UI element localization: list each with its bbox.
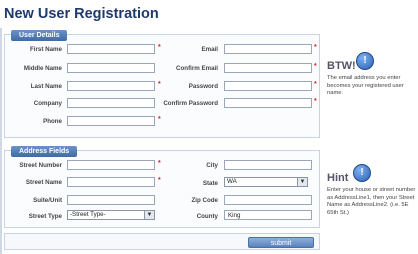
info-icon: ! bbox=[356, 52, 374, 70]
county-label: County bbox=[196, 213, 218, 220]
btw-text: The email address you enter becomes your… bbox=[327, 75, 404, 96]
address-fields-header: Address Fields bbox=[11, 146, 78, 157]
email-required-marker: * bbox=[314, 44, 317, 51]
password-label: Password bbox=[188, 83, 218, 90]
last-name-required-marker: * bbox=[158, 81, 161, 88]
state-select[interactable]: WA ▼ bbox=[224, 177, 308, 187]
password-input[interactable] bbox=[224, 81, 312, 91]
phone-input[interactable] bbox=[67, 116, 155, 126]
state-value: WA bbox=[227, 178, 237, 185]
page-title: New User Registration bbox=[4, 6, 159, 22]
street-type-value: -Street Type- bbox=[70, 211, 106, 218]
hint-title: Hint bbox=[327, 172, 349, 184]
street-name-label: Street Name bbox=[25, 179, 62, 186]
first-name-input[interactable] bbox=[67, 44, 155, 54]
zip-code-input[interactable] bbox=[224, 195, 312, 205]
middle-name-input[interactable] bbox=[67, 63, 155, 73]
info-icon: ! bbox=[353, 164, 371, 182]
email-label: Email bbox=[201, 46, 218, 53]
city-input[interactable] bbox=[224, 160, 312, 170]
street-number-label: Street Number bbox=[19, 162, 62, 169]
suite-unit-input[interactable] bbox=[67, 195, 155, 205]
submit-button[interactable]: submit bbox=[248, 237, 314, 248]
county-input[interactable] bbox=[224, 210, 312, 220]
phone-required-marker: * bbox=[158, 116, 161, 123]
left-edge-bar bbox=[0, 28, 2, 254]
email-input[interactable] bbox=[224, 44, 312, 54]
street-number-input[interactable] bbox=[67, 160, 155, 170]
company-label: Company bbox=[33, 100, 62, 107]
btw-title: BTW! bbox=[327, 60, 356, 72]
confirm-email-required-marker: * bbox=[314, 63, 317, 70]
password-required-marker: * bbox=[314, 81, 317, 88]
confirm-email-label: Confirm Email bbox=[176, 65, 218, 72]
street-number-required-marker: * bbox=[158, 160, 161, 167]
first-name-label: First Name bbox=[30, 46, 62, 53]
city-label: City bbox=[206, 162, 218, 169]
middle-name-label: Middle Name bbox=[23, 65, 62, 72]
street-type-label: Street Type bbox=[28, 213, 62, 220]
state-label: State bbox=[202, 180, 218, 187]
confirm-password-input[interactable] bbox=[224, 98, 312, 108]
confirm-password-label: Confirm Password bbox=[163, 100, 218, 107]
chevron-down-icon[interactable]: ▼ bbox=[144, 211, 154, 219]
confirm-email-input[interactable] bbox=[224, 63, 312, 73]
user-details-header: User Details bbox=[11, 30, 68, 41]
phone-label: Phone bbox=[43, 118, 62, 125]
hint-text: Enter your house or street number as Add… bbox=[327, 187, 416, 216]
company-input[interactable] bbox=[67, 98, 155, 108]
confirm-password-required-marker: * bbox=[314, 98, 317, 105]
last-name-input[interactable] bbox=[67, 81, 155, 91]
street-name-required-marker: * bbox=[158, 177, 161, 184]
street-type-select[interactable]: -Street Type- ▼ bbox=[67, 210, 155, 220]
street-name-input[interactable] bbox=[67, 177, 155, 187]
suite-unit-label: Suite/Unit bbox=[33, 197, 62, 204]
zip-code-label: Zip Code bbox=[191, 197, 218, 204]
first-name-required-marker: * bbox=[158, 44, 161, 51]
chevron-down-icon[interactable]: ▼ bbox=[297, 178, 307, 186]
last-name-label: Last Name bbox=[30, 83, 62, 90]
